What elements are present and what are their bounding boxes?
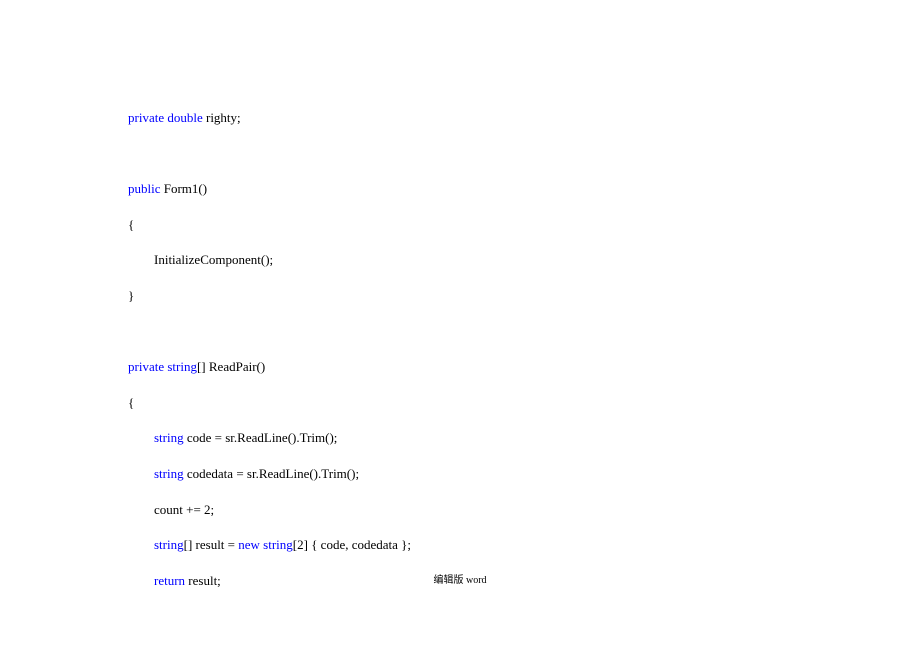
code-line: InitializeComponent(); xyxy=(128,252,920,268)
code-line: count += 2; xyxy=(128,502,920,518)
keyword: private string xyxy=(128,359,197,374)
code-text: righty; xyxy=(203,110,241,125)
keyword: string xyxy=(154,466,184,481)
code-text: [] result = xyxy=(184,537,239,552)
code-block: private double righty; public Form1() { … xyxy=(0,0,920,588)
code-line: { xyxy=(128,395,920,411)
keyword: private double xyxy=(128,110,203,125)
code-line: } xyxy=(128,288,920,304)
code-line: private double righty; xyxy=(128,110,920,126)
code-line: string[] result = new string[2] { code, … xyxy=(128,537,920,553)
blank-line xyxy=(128,146,920,162)
code-line: private string[] ReadPair() xyxy=(128,359,920,375)
code-text: codedata = sr.ReadLine().Trim(); xyxy=(184,466,359,481)
code-text: [] ReadPair() xyxy=(197,359,265,374)
keyword: new string xyxy=(238,537,293,552)
keyword: string xyxy=(154,537,184,552)
code-text: [2] { code, codedata }; xyxy=(293,537,411,552)
page-footer: 编辑版 word xyxy=(0,571,920,586)
keyword: string xyxy=(154,430,184,445)
code-line: { xyxy=(128,217,920,233)
code-line: string codedata = sr.ReadLine().Trim(); xyxy=(128,466,920,482)
blank-line xyxy=(128,324,920,340)
code-line: public Form1() xyxy=(128,181,920,197)
code-line: string code = sr.ReadLine().Trim(); xyxy=(128,430,920,446)
code-text: code = sr.ReadLine().Trim(); xyxy=(184,430,338,445)
keyword: public xyxy=(128,181,161,196)
code-text: Form1() xyxy=(161,181,208,196)
